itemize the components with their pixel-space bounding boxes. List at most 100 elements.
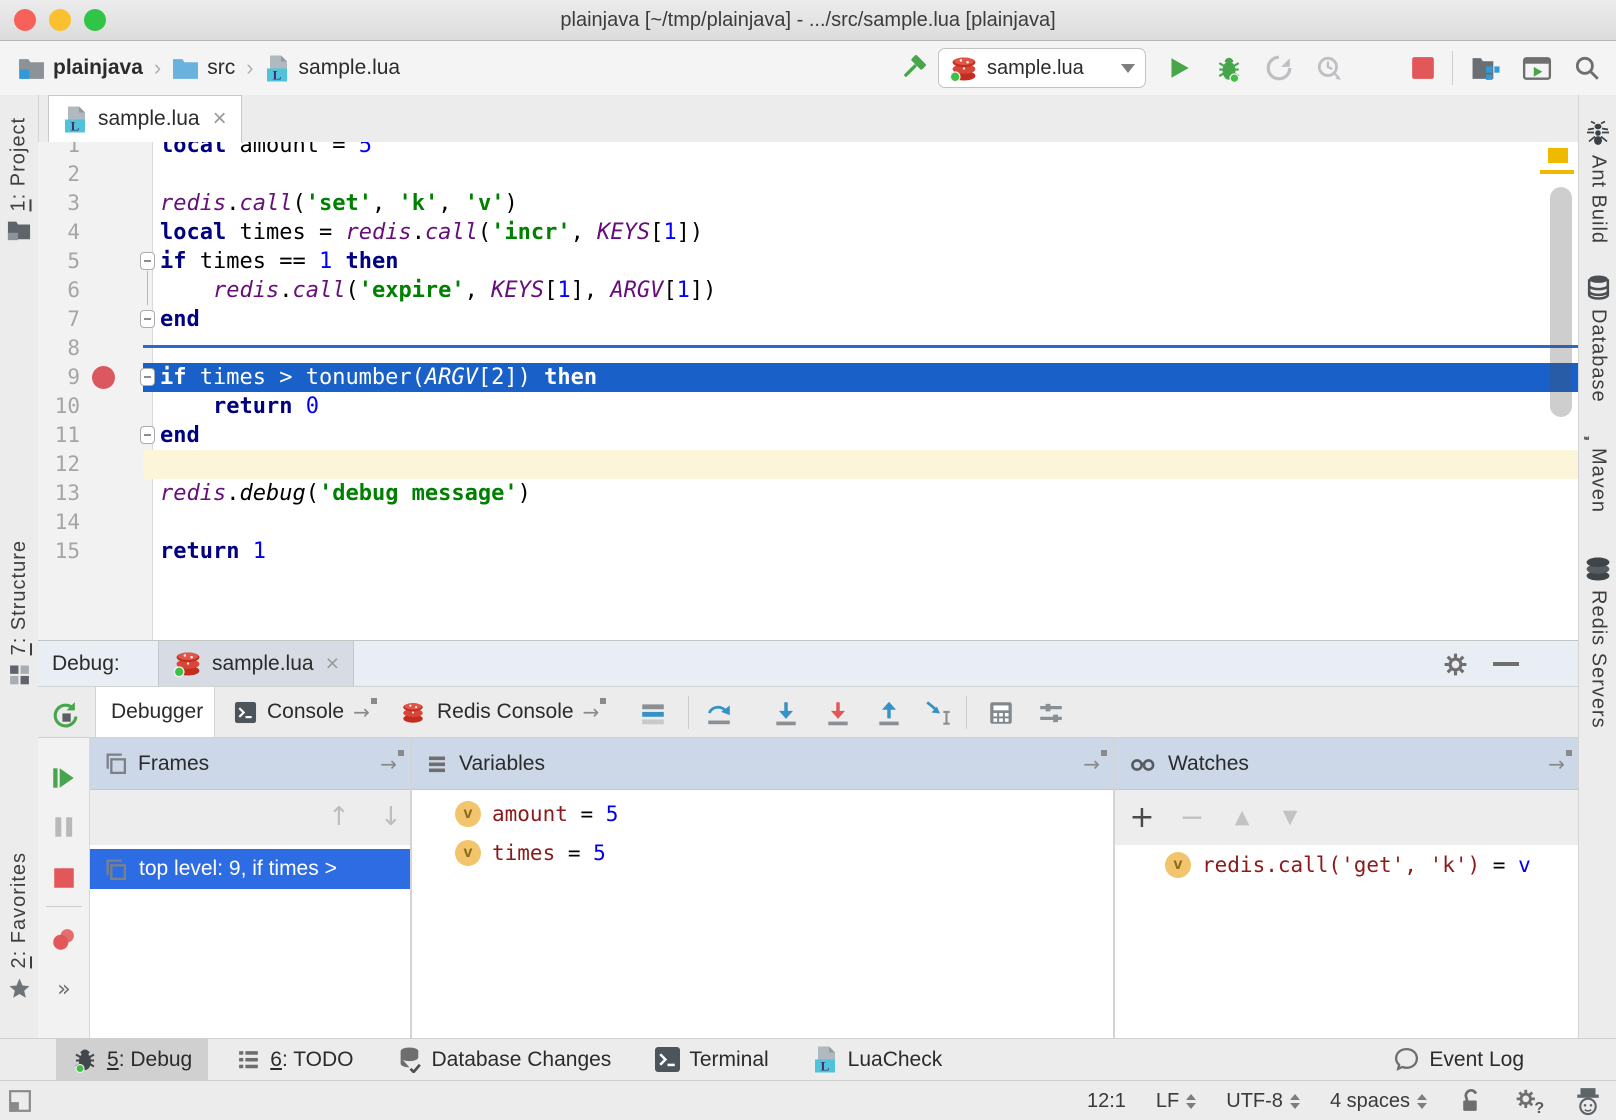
run-dashboard-button[interactable] [1520,51,1554,85]
tool-stripe-button-maven[interactable]: mMaven [1584,416,1612,513]
line-number[interactable]: 2 [38,160,80,189]
move-down-button[interactable]: ▼ [1275,802,1305,832]
rerun-button[interactable] [49,700,79,730]
gear-icon[interactable] [1442,651,1469,678]
stop-button[interactable] [1406,51,1440,85]
external-window-icon[interactable]: → [1548,752,1565,776]
hide-panel-button[interactable] [1493,662,1519,666]
editor-tab-sample-lua[interactable]: L sample.lua × [48,95,242,142]
code-line-13[interactable]: 13redis.debug('debug message') [38,479,1578,508]
breadcrumb-item-plainjava[interactable]: plainjava [18,56,143,80]
add-watch-button[interactable]: + [1127,802,1157,832]
tool-stripe-button-project[interactable]: 1: Project [7,117,31,240]
up-arrow-icon[interactable]: ↑ [328,802,350,832]
toolwindow-tab-database-changes[interactable]: Database Changes [382,1039,628,1081]
close-session-icon[interactable]: × [326,650,339,677]
code-line-1[interactable]: 1local amount = 5 [38,142,1578,160]
force-step-into-button[interactable] [823,698,853,728]
code-line-12[interactable]: 12 [38,450,1578,479]
run-with-coverage-button[interactable] [1262,51,1296,85]
show-execution-point-button[interactable] [638,698,668,728]
debug-button[interactable] [1212,51,1246,85]
build-hammer-button[interactable] [896,51,930,85]
line-number[interactable]: 1 [38,142,80,160]
man-with-hat-icon[interactable] [1574,1086,1602,1116]
toolwindow-tab-luacheck[interactable]: LLuaCheck [797,1039,959,1081]
line-separator-select[interactable]: LF [1156,1090,1196,1113]
watch-row[interactable]: vredis.call('get', 'k') = v [1165,845,1531,884]
tool-stripe-button-redis-servers[interactable]: Redis Servers [1583,555,1613,729]
resume-button[interactable] [49,763,79,793]
line-number[interactable]: 6 [38,276,80,305]
debugger-tab-redis-console[interactable]: Redis Console→ [383,687,615,737]
close-tab-icon[interactable]: × [213,105,227,133]
view-breakpoints-button[interactable] [49,924,79,954]
run-button[interactable] [1162,51,1196,85]
line-number[interactable]: 11 [38,421,80,450]
fold-marker-icon[interactable] [140,426,155,444]
step-into-button[interactable] [771,698,801,728]
show-watches-glasses-icon[interactable] [1375,802,1405,832]
tool-stripe-button-structure[interactable]: 7: Structure [8,540,31,686]
frame-row[interactable]: top level: 9, if times > [90,849,410,889]
fold-marker-icon[interactable] [140,368,155,386]
line-number[interactable]: 3 [38,189,80,218]
code-line-6[interactable]: 6 redis.call('expire', KEYS[1], ARGV[1]) [38,276,1578,305]
code-line-10[interactable]: 10 return 0 [38,392,1578,421]
external-window-icon[interactable]: → [1083,752,1100,776]
breadcrumb-item-sample-lua[interactable]: Lsample.lua [265,54,401,83]
line-number[interactable]: 10 [38,392,80,421]
external-window-icon[interactable]: → [380,752,397,776]
pause-button[interactable] [49,812,79,842]
variable-row-times[interactable]: vtimes = 5 [455,833,606,872]
gear-question-icon[interactable]: ? [1514,1087,1544,1115]
code-line-4[interactable]: 4local times = redis.call('incr', KEYS[1… [38,218,1578,247]
code-line-14[interactable]: 14 [38,508,1578,537]
run-configuration-select[interactable]: sample.lua [938,48,1146,88]
debugger-tab-console[interactable]: Console→ [218,687,376,737]
indent-select[interactable]: 4 spaces [1330,1090,1427,1113]
line-number[interactable]: 4 [38,218,80,247]
code-line-9[interactable]: 9if times > tonumber(ARGV[2]) then [38,363,1578,392]
more-actions-button[interactable]: » [49,974,79,1004]
copy-icon[interactable] [1325,802,1355,832]
event-log-button[interactable]: Event Log [1393,1046,1524,1073]
lock-icon[interactable] [1457,1088,1484,1115]
line-number[interactable]: 8 [38,334,80,363]
code-line-7[interactable]: 7end [38,305,1578,334]
line-number[interactable]: 14 [38,508,80,537]
tool-stripe-button-ant-build[interactable]: Ant Build [1585,120,1611,244]
encoding-select[interactable]: UTF-8 [1226,1090,1300,1113]
line-number[interactable]: 12 [38,450,80,479]
toggle-toolwindows-icon[interactable] [8,1089,32,1113]
code-editor[interactable]: 1local amount = 523redis.call('set', 'k'… [38,142,1578,640]
tool-stripe-button-database[interactable]: Database [1586,274,1611,403]
editor-scrollbar[interactable] [1550,187,1572,417]
breadcrumb-item-src[interactable]: src [172,56,235,80]
search-everywhere-button[interactable] [1570,51,1604,85]
line-number[interactable]: 9 [38,363,80,392]
evaluate-expression-button[interactable] [986,698,1016,728]
stop-process-button[interactable] [49,863,79,893]
code-line-11[interactable]: 11end [38,421,1578,450]
profiler-button[interactable] [1312,51,1346,85]
code-line-2[interactable]: 2 [38,160,1578,189]
code-line-5[interactable]: 5if times == 1 then [38,247,1578,276]
debugger-tab-debugger[interactable]: Debugger [95,687,215,737]
debug-session-tab[interactable]: sample.lua × [158,641,354,686]
breakpoint-icon[interactable] [92,366,115,389]
caret-position[interactable]: 12:1 [1087,1090,1126,1113]
step-over-button[interactable] [704,698,734,728]
toolwindow-tab-debug[interactable]: 5: Debug [56,1039,208,1081]
toolwindow-tab-todo[interactable]: 6: TODO [220,1039,369,1081]
project-structure-button[interactable] [1468,51,1502,85]
settings-sliders-button[interactable] [1036,698,1066,728]
tool-stripe-button-favorites[interactable]: 2: Favorites [7,852,32,1000]
code-line-15[interactable]: 15return 1 [38,537,1578,566]
toolwindow-tab-terminal[interactable]: Terminal [639,1039,784,1081]
line-number[interactable]: 5 [38,247,80,276]
variable-row-amount[interactable]: vamount = 5 [455,794,618,833]
line-number[interactable]: 13 [38,479,80,508]
down-arrow-icon[interactable]: ↓ [380,802,402,832]
fold-marker-icon[interactable] [140,252,155,270]
